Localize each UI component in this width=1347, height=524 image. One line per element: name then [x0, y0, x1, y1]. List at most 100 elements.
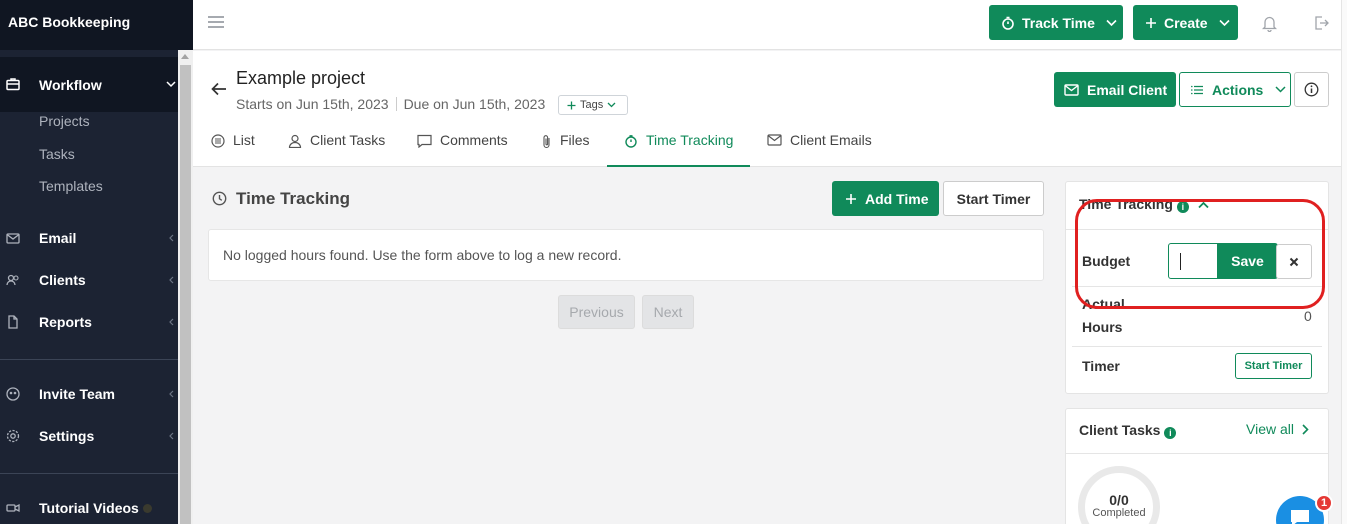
chevron-left-icon [169, 318, 174, 326]
project-header: Example project Starts on Jun 15th, 2023… [193, 51, 1344, 167]
tab-files[interactable]: Files [542, 132, 590, 167]
sidebar-item-clients[interactable]: Clients [0, 266, 178, 294]
page-title: Example project [236, 68, 366, 88]
page-scrollbar[interactable] [1341, 0, 1347, 524]
sidebar-subitem-projects[interactable]: Projects [39, 113, 90, 129]
actions-dropdown[interactable]: Actions [1179, 72, 1291, 107]
sidebar-item-label: Invite Team [39, 386, 115, 402]
topbar: Track Time Create [193, 0, 1347, 50]
sidebar: ABC Bookkeeping Workflow Projects Tasks … [0, 0, 193, 524]
plus-icon [1146, 17, 1156, 28]
sidebar-item-tutorial-videos[interactable]: Tutorial Videos [0, 494, 178, 522]
next-page-button[interactable]: Next [642, 295, 694, 329]
track-time-button[interactable]: Track Time [989, 5, 1123, 40]
chevron-down-icon [1219, 19, 1230, 26]
status-dot [143, 504, 152, 513]
notification-badge: 1 [1315, 494, 1333, 512]
scrollbar-thumb[interactable] [180, 65, 191, 524]
sidebar-item-email[interactable]: Email [0, 224, 178, 252]
envelope-icon [1064, 83, 1079, 96]
tab-label: List [233, 132, 255, 148]
tab-label: Comments [440, 132, 508, 148]
panel-start-timer-button[interactable]: Start Timer [1235, 353, 1312, 379]
due-date: Due on Jun 15th, 2023 [403, 96, 546, 112]
hours-label: Hours [1082, 319, 1123, 335]
paperclip-icon [543, 135, 550, 149]
track-time-label: Track Time [1022, 14, 1095, 31]
sidebar-divider [0, 473, 178, 474]
create-button[interactable]: Create [1133, 5, 1238, 40]
email-client-label: Email Client [1087, 81, 1168, 98]
previous-page-button[interactable]: Previous [558, 295, 635, 329]
plus-icon [846, 193, 856, 204]
chevron-left-icon [169, 390, 174, 398]
timer-label: Timer [1082, 358, 1120, 374]
list-icon [1191, 85, 1203, 94]
add-time-label: Add Time [865, 190, 929, 207]
progress-count: 0/0 [1109, 492, 1129, 508]
scroll-up-arrow-icon[interactable] [181, 54, 189, 59]
back-arrow-icon[interactable] [211, 82, 227, 96]
sidebar-item-workflow[interactable]: Workflow [0, 57, 178, 112]
document-icon [8, 315, 18, 329]
sidebar-subitem-tasks[interactable]: Tasks [39, 146, 75, 162]
tab-label: Files [560, 132, 590, 148]
sidebar-item-invite-team[interactable]: Invite Team [0, 380, 178, 408]
list-circle-icon [211, 134, 225, 148]
hamburger-menu-icon[interactable] [208, 16, 224, 28]
tab-time-tracking[interactable]: Time Tracking [624, 132, 733, 167]
tags-dropdown[interactable]: Tags [558, 95, 628, 115]
tab-label: Time Tracking [646, 132, 734, 148]
project-dates: Starts on Jun 15th, 2023 Due on Jun 15th,… [236, 96, 545, 112]
sidebar-item-label: Tutorial Videos [39, 500, 139, 516]
tab-list[interactable]: List [211, 132, 255, 167]
view-all-link[interactable]: View all [1246, 421, 1309, 437]
sidebar-scrollbar[interactable] [178, 50, 193, 524]
tab-label: Client Emails [790, 132, 872, 148]
chevron-left-icon [169, 276, 174, 284]
view-all-label: View all [1246, 421, 1294, 437]
add-time-button[interactable]: Add Time [832, 181, 939, 216]
chevron-left-icon [169, 432, 174, 440]
tab-client-tasks[interactable]: Client Tasks [288, 132, 385, 167]
sidebar-item-label: Clients [39, 272, 86, 288]
users-icon [6, 274, 19, 286]
team-icon [6, 387, 20, 401]
tab-label: Client Tasks [310, 132, 386, 148]
sidebar-item-reports[interactable]: Reports [0, 308, 178, 336]
logout-icon[interactable] [1314, 16, 1329, 30]
chevron-down-icon [166, 81, 176, 88]
divider [1066, 453, 1328, 454]
chevron-down-icon [607, 102, 616, 108]
annotation-highlight [1075, 199, 1325, 309]
stopwatch-icon [1002, 16, 1014, 30]
tab-comments[interactable]: Comments [417, 132, 508, 167]
tab-client-emails[interactable]: Client Emails [767, 132, 872, 167]
actions-label: Actions [1212, 81, 1264, 98]
info-badge-icon[interactable]: i [1164, 427, 1177, 439]
sidebar-subitem-templates[interactable]: Templates [39, 178, 103, 194]
sidebar-item-label: Settings [39, 428, 95, 444]
email-client-button[interactable]: Email Client [1054, 72, 1176, 107]
sidebar-item-label: Email [39, 230, 77, 246]
briefcase-icon [6, 78, 20, 91]
divider [1072, 346, 1322, 347]
chevron-down-icon [1106, 19, 1117, 26]
card-title-text: Client Tasks [1079, 422, 1161, 438]
separator [395, 97, 397, 111]
user-icon [288, 134, 302, 148]
info-button[interactable] [1294, 72, 1329, 107]
sidebar-item-settings[interactable]: Settings [0, 422, 178, 450]
progress-label: Completed [1092, 507, 1146, 519]
clock-icon [212, 191, 227, 206]
comment-icon [417, 134, 432, 148]
envelope-icon [6, 233, 20, 244]
video-camera-icon [6, 503, 20, 513]
brand-name[interactable]: ABC Bookkeeping [0, 0, 193, 50]
bell-icon[interactable] [1262, 15, 1277, 32]
plus-icon [567, 101, 576, 109]
gear-icon [6, 429, 20, 443]
start-timer-button[interactable]: Start Timer [943, 181, 1044, 216]
actual-hours-value: 0 [1304, 308, 1312, 324]
stopwatch-icon [625, 135, 637, 148]
